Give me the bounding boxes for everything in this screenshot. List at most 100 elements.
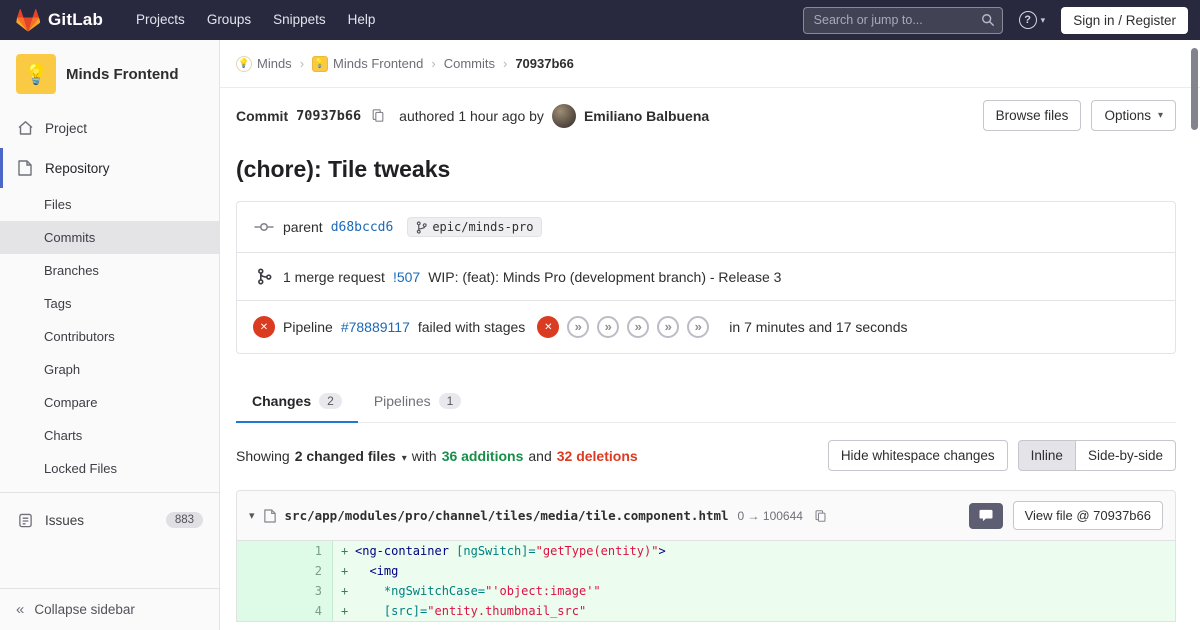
sidebar-item-issues[interactable]: Issues 883 bbox=[0, 500, 219, 540]
diff-new-line-number[interactable]: 1 bbox=[285, 541, 333, 561]
tab-pipelines[interactable]: Pipelines 1 bbox=[358, 380, 478, 423]
file-path-link[interactable]: src/app/modules/pro/channel/tiles/media/… bbox=[285, 508, 729, 523]
commit-title: (chore): Tile tweaks bbox=[236, 156, 1176, 183]
diff-summary-bar: Showing 2 changed files ▾ with 36 additi… bbox=[236, 440, 1176, 471]
diff-new-line-number[interactable]: 3 bbox=[285, 581, 333, 601]
diff-new-line-number[interactable]: 2 bbox=[285, 561, 333, 581]
copy-sha-button[interactable] bbox=[369, 108, 387, 123]
top-navbar: GitLab Projects Groups Snippets Help ? ▾… bbox=[0, 0, 1200, 40]
pipeline-stage-skipped-icon[interactable]: » bbox=[657, 316, 679, 338]
help-menu-button[interactable]: ? ▾ bbox=[1019, 11, 1046, 29]
authored-text: authored 1 hour ago by bbox=[399, 108, 544, 124]
commit-meta-row: Commit 70937b66 authored 1 hour ago by E… bbox=[236, 100, 1176, 131]
diff-file: ▾ src/app/modules/pro/channel/tiles/medi… bbox=[236, 490, 1176, 622]
copy-icon bbox=[371, 108, 385, 123]
pipeline-duration: in 7 minutes and 17 seconds bbox=[729, 319, 907, 335]
diff-old-line-number[interactable] bbox=[237, 601, 285, 621]
brand-name: GitLab bbox=[48, 10, 103, 30]
sidebar-divider bbox=[0, 492, 219, 493]
comment-bubble-icon bbox=[979, 509, 993, 522]
tab-changes[interactable]: Changes 2 bbox=[236, 380, 358, 423]
commit-icon bbox=[253, 220, 275, 234]
sidebar-item-files[interactable]: Files bbox=[0, 188, 219, 221]
diff-old-line-number[interactable] bbox=[237, 581, 285, 601]
issues-icon bbox=[16, 513, 34, 528]
sidebar-item-repository[interactable]: Repository bbox=[0, 148, 219, 188]
sidebar-project-header[interactable]: 💡 Minds Frontend bbox=[0, 40, 219, 108]
breadcrumb-separator-icon: › bbox=[503, 56, 507, 71]
nav-link-groups[interactable]: Groups bbox=[196, 0, 262, 40]
pipeline-id-link[interactable]: #78889117 bbox=[341, 319, 410, 335]
browse-files-button[interactable]: Browse files bbox=[983, 100, 1082, 131]
mr-count-text: 1 merge request bbox=[283, 269, 385, 285]
view-file-button[interactable]: View file @ 70937b66 bbox=[1013, 501, 1163, 530]
author-name-link[interactable]: Emiliano Balbuena bbox=[584, 108, 709, 124]
changed-files-dropdown[interactable]: 2 changed files ▾ bbox=[295, 448, 407, 464]
sidebar-item-label: Repository bbox=[45, 161, 110, 176]
search-input[interactable] bbox=[803, 7, 1003, 34]
scrollbar-thumb[interactable] bbox=[1191, 48, 1198, 130]
author-avatar[interactable] bbox=[552, 104, 576, 128]
pipeline-row: ✕ Pipeline #78889117 failed with stages … bbox=[237, 300, 1175, 353]
pipeline-stage-skipped-icon[interactable]: » bbox=[567, 316, 589, 338]
sidebar-item-project[interactable]: Project bbox=[0, 108, 219, 148]
side-by-side-view-button[interactable]: Side-by-side bbox=[1075, 440, 1176, 471]
nav-link-projects[interactable]: Projects bbox=[125, 0, 196, 40]
gitlab-home-link[interactable]: GitLab bbox=[16, 9, 103, 32]
copy-file-path-button[interactable] bbox=[812, 509, 829, 523]
mr-ref-link[interactable]: !507 bbox=[393, 269, 420, 285]
diff-line: 3+ *ngSwitchCase="'object:image'" bbox=[237, 581, 1175, 601]
changes-count-badge: 2 bbox=[319, 393, 342, 409]
parent-commit-row: parent d68bccd6 epic/minds-pro bbox=[237, 202, 1175, 252]
commit-label: Commit bbox=[236, 108, 288, 124]
sidebar-item-locked-files[interactable]: Locked Files bbox=[0, 452, 219, 485]
pipeline-stage-skipped-icon[interactable]: » bbox=[687, 316, 709, 338]
chevron-down-icon: ▾ bbox=[1158, 110, 1163, 121]
nav-link-help[interactable]: Help bbox=[337, 0, 387, 40]
toggle-comments-button[interactable] bbox=[969, 503, 1003, 529]
sign-in-register-button[interactable]: Sign in / Register bbox=[1061, 7, 1188, 34]
main-content: 💡 Minds › 💡 Minds Frontend › Commits › 7… bbox=[220, 40, 1200, 622]
branch-ref-pill[interactable]: epic/minds-pro bbox=[407, 217, 542, 237]
issues-count-badge: 883 bbox=[166, 512, 203, 528]
breadcrumb-group-link[interactable]: 💡 Minds bbox=[236, 56, 292, 72]
diff-file-header: ▾ src/app/modules/pro/channel/tiles/medi… bbox=[237, 491, 1175, 541]
project-name: Minds Frontend bbox=[66, 66, 179, 83]
chevron-double-left-icon: « bbox=[16, 602, 24, 617]
diff-new-line-number[interactable]: 4 bbox=[285, 601, 333, 621]
collapse-diff-caret-icon[interactable]: ▾ bbox=[249, 509, 255, 522]
sidebar-item-label: Project bbox=[45, 121, 87, 136]
diff-old-line-number[interactable] bbox=[237, 541, 285, 561]
diff-code-cell: + <img bbox=[333, 561, 1175, 581]
pipeline-status-text: failed with stages bbox=[418, 319, 525, 335]
breadcrumb-project-link[interactable]: 💡 Minds Frontend bbox=[312, 56, 423, 72]
sidebar-item-graph[interactable]: Graph bbox=[0, 353, 219, 386]
sidebar-item-branches[interactable]: Branches bbox=[0, 254, 219, 287]
additions-count: 36 additions bbox=[442, 448, 524, 464]
pipeline-stage-skipped-icon[interactable]: » bbox=[597, 316, 619, 338]
diff-line: 1+<ng-container [ngSwitch]="getType(enti… bbox=[237, 541, 1175, 561]
pipeline-stage-skipped-icon[interactable]: » bbox=[627, 316, 649, 338]
parent-sha-link[interactable]: d68bccd6 bbox=[331, 220, 394, 235]
pipeline-label: Pipeline bbox=[283, 319, 333, 335]
diff-code-cell: +<ng-container [ngSwitch]="getType(entit… bbox=[333, 541, 1175, 561]
merge-request-row: 1 merge request !507 WIP: (feat): Minds … bbox=[237, 252, 1175, 300]
inline-view-button[interactable]: Inline bbox=[1018, 440, 1076, 471]
pipeline-failed-status-icon[interactable]: ✕ bbox=[253, 316, 275, 338]
hide-whitespace-button[interactable]: Hide whitespace changes bbox=[828, 440, 1008, 471]
sidebar-item-commits[interactable]: Commits bbox=[0, 221, 219, 254]
pipeline-stage-failed-icon[interactable]: ✕ bbox=[537, 316, 559, 338]
diff-old-line-number[interactable] bbox=[237, 561, 285, 581]
sidebar-item-charts[interactable]: Charts bbox=[0, 419, 219, 452]
sidebar-item-contributors[interactable]: Contributors bbox=[0, 320, 219, 353]
nav-link-snippets[interactable]: Snippets bbox=[262, 0, 337, 40]
sidebar-item-tags[interactable]: Tags bbox=[0, 287, 219, 320]
breadcrumb-current-sha: 70937b66 bbox=[515, 56, 574, 71]
breadcrumb-commits-link[interactable]: Commits bbox=[444, 56, 495, 71]
collapse-sidebar-button[interactable]: « Collapse sidebar bbox=[0, 588, 219, 630]
showing-text: Showing bbox=[236, 448, 290, 464]
options-dropdown-button[interactable]: Options ▾ bbox=[1091, 100, 1176, 131]
sidebar-item-compare[interactable]: Compare bbox=[0, 386, 219, 419]
with-text: with bbox=[412, 448, 437, 464]
collapse-sidebar-label: Collapse sidebar bbox=[34, 602, 135, 617]
